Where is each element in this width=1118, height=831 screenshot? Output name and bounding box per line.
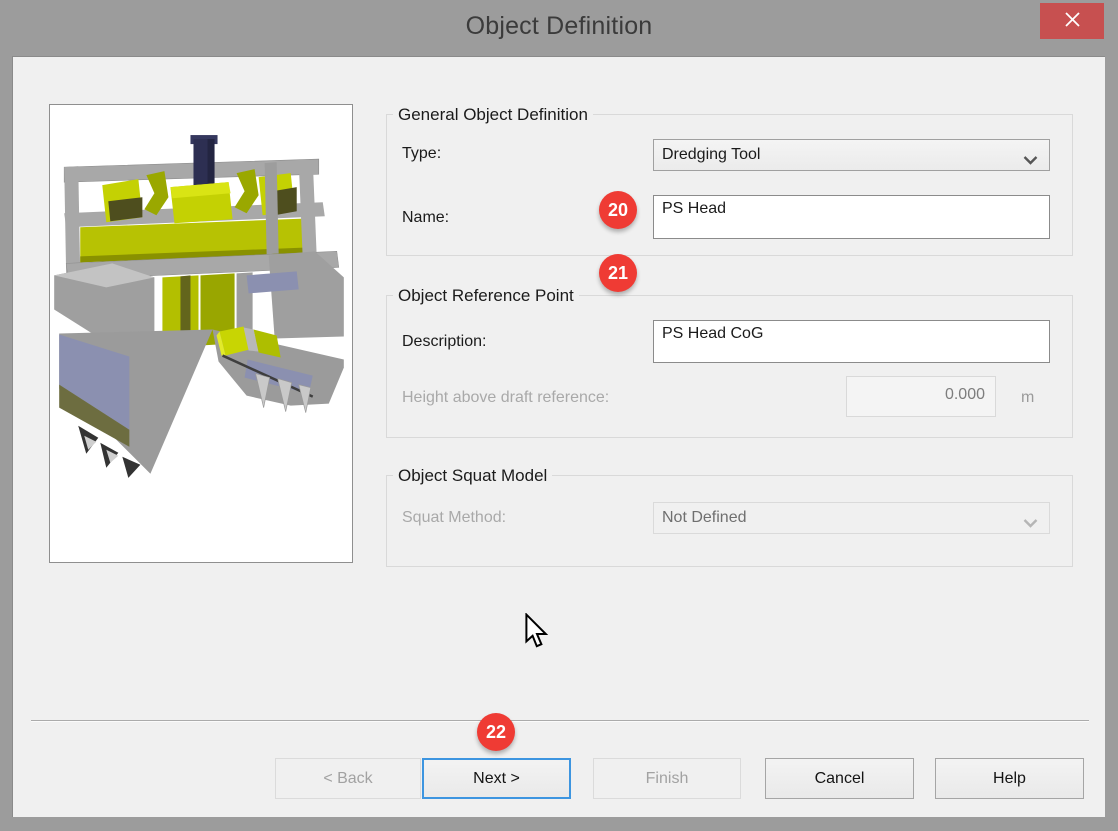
title-bar: Object Definition: [0, 0, 1118, 56]
close-button[interactable]: [1040, 3, 1104, 39]
cancel-button[interactable]: Cancel: [765, 758, 914, 799]
close-icon: [1064, 11, 1081, 31]
object-definition-dialog: General Object Definition Type: Dredging…: [12, 56, 1105, 817]
chevron-down-icon: [1023, 152, 1038, 170]
step-badge-22: 22: [477, 713, 515, 751]
group-object-reference-point: Object Reference Point Description: Heig…: [386, 295, 1073, 438]
description-label: Description:: [402, 333, 486, 351]
name-input[interactable]: [653, 195, 1050, 239]
dredging-tool-3d-render: [50, 105, 352, 562]
height-unit-label: m: [1021, 389, 1034, 407]
squat-method-combobox: Not Defined: [653, 502, 1050, 534]
next-button[interactable]: Next >: [422, 758, 571, 799]
window-title: Object Definition: [0, 0, 1118, 50]
back-button: < Back: [275, 758, 421, 799]
name-label: Name:: [402, 209, 449, 227]
finish-button: Finish: [593, 758, 741, 799]
step-badge-20: 20: [599, 191, 637, 229]
height-above-draft-label: Height above draft reference:: [402, 389, 609, 407]
type-label: Type:: [402, 145, 441, 163]
description-input[interactable]: [653, 320, 1050, 363]
type-value: Dredging Tool: [662, 146, 760, 164]
squat-method-label: Squat Method:: [402, 509, 506, 527]
group-title: Object Squat Model: [393, 466, 552, 486]
squat-method-value: Not Defined: [662, 509, 747, 527]
mouse-cursor-icon: [524, 613, 550, 654]
help-button[interactable]: Help: [935, 758, 1084, 799]
group-general-object-definition: General Object Definition Type: Dredging…: [386, 114, 1073, 256]
height-above-draft-input: [846, 376, 996, 417]
footer-divider: [31, 720, 1089, 722]
group-title: General Object Definition: [393, 105, 593, 125]
group-object-squat-model: Object Squat Model Squat Method: Not Def…: [386, 475, 1073, 567]
object-preview-image: [49, 104, 353, 563]
step-badge-21: 21: [599, 254, 637, 292]
type-combobox[interactable]: Dredging Tool: [653, 139, 1050, 171]
group-title: Object Reference Point: [393, 286, 579, 306]
chevron-down-icon: [1023, 515, 1038, 533]
